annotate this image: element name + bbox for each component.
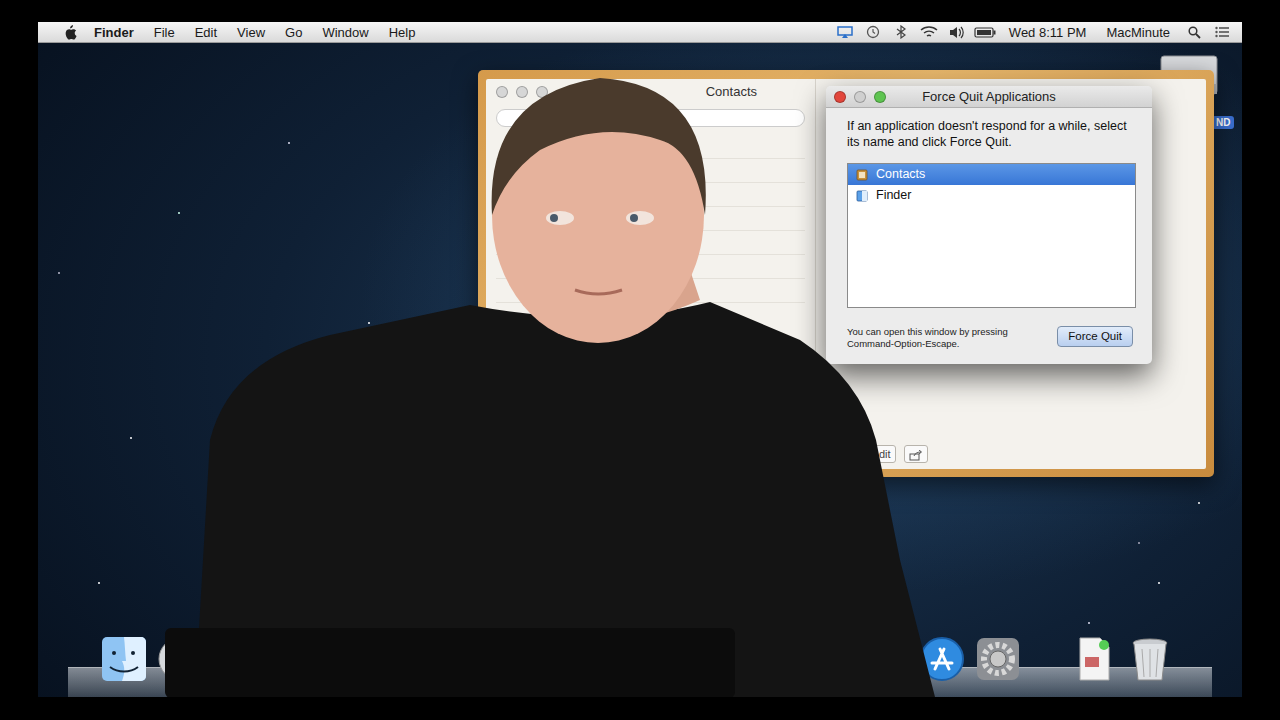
menu-item[interactable]: Window <box>312 22 378 43</box>
time-machine-icon[interactable] <box>859 22 887 43</box>
window-controls <box>834 91 886 103</box>
dialog-footer: You can open this window by pressing Com… <box>847 326 1133 350</box>
contact-row[interactable] <box>496 183 805 207</box>
menu-item[interactable]: File <box>144 22 185 43</box>
menu-item[interactable]: Help <box>379 22 426 43</box>
contacts-title-bar: Contacts <box>486 79 815 105</box>
dock-items <box>68 629 1212 697</box>
contacts-list-pane: Contacts <box>486 79 816 469</box>
app-list[interactable]: Contacts Finder <box>847 163 1136 308</box>
contact-row[interactable] <box>496 207 805 231</box>
volume-icon[interactable] <box>943 22 971 43</box>
finder-app-icon <box>856 190 868 202</box>
app-menu[interactable]: Finder <box>84 22 144 43</box>
contact-row[interactable] <box>496 135 805 159</box>
menu-bar: FinderFileEditViewGoWindowHelp Wed 8:11 P… <box>38 22 1242 43</box>
trash-icon[interactable] <box>1126 635 1174 683</box>
apple-icon[interactable] <box>56 22 84 43</box>
zoom-button[interactable] <box>874 91 886 103</box>
system-preferences-icon[interactable] <box>974 635 1022 683</box>
app-name: Finder <box>876 186 911 205</box>
app-name: Contacts <box>876 165 925 184</box>
notifications-icon[interactable] <box>1208 22 1236 43</box>
contact-row[interactable] <box>496 279 805 303</box>
dock-shelf <box>68 667 1212 697</box>
minimize-button[interactable] <box>854 91 866 103</box>
contacts-app-icon <box>856 169 868 181</box>
user-menu[interactable]: MacMinute <box>1096 22 1180 43</box>
contacts-search-field[interactable] <box>496 109 805 127</box>
clock[interactable]: Wed 8:11 PM <box>999 22 1097 43</box>
contact-row[interactable] <box>496 255 805 279</box>
bluetooth-icon[interactable] <box>887 22 915 43</box>
force-quit-button[interactable]: Force Quit <box>1057 326 1133 347</box>
status-area: Wed 8:11 PMMacMinute <box>831 22 1236 43</box>
finder-icon[interactable] <box>100 635 148 683</box>
app-row[interactable]: Finder <box>848 185 1135 206</box>
dialog-title-bar: Force Quit Applications <box>826 86 1152 108</box>
menu-item[interactable]: Edit <box>185 22 227 43</box>
app-store-icon[interactable] <box>918 635 966 683</box>
battery-icon[interactable] <box>971 22 999 43</box>
edit-button[interactable]: dit <box>874 445 896 463</box>
window-control[interactable] <box>536 86 548 98</box>
contact-toolbar: dit <box>816 439 1206 469</box>
contact-row[interactable] <box>496 159 805 183</box>
close-button[interactable] <box>834 91 846 103</box>
share-icon[interactable] <box>904 445 928 463</box>
search-icon[interactable] <box>1180 22 1208 43</box>
app-row[interactable]: Contacts <box>848 164 1135 185</box>
dvd-icon[interactable] <box>156 635 204 683</box>
wifi-icon[interactable] <box>915 22 943 43</box>
shortcut-hint: You can open this window by pressing Com… <box>847 326 1037 350</box>
window-title: Contacts <box>706 82 757 102</box>
window-control[interactable] <box>516 86 528 98</box>
force-quit-dialog: Force Quit Applications If an application… <box>826 86 1152 364</box>
airplay-icon[interactable] <box>831 22 859 43</box>
dialog-message: If an application doesn't respond for a … <box>847 118 1133 150</box>
menu-item[interactable]: Go <box>275 22 312 43</box>
dialog-title: Force Quit Applications <box>922 87 1056 107</box>
desktop: FinderFileEditViewGoWindowHelpWed 8:11 P… <box>38 22 1242 697</box>
window-control[interactable] <box>496 86 508 98</box>
dialog-body: If an application doesn't respond for a … <box>826 108 1152 364</box>
menu-item[interactable]: View <box>227 22 275 43</box>
desktop-icon-label: ND <box>1212 116 1234 129</box>
contact-row[interactable] <box>496 231 805 255</box>
dock <box>68 629 1212 697</box>
document-icon[interactable] <box>1070 635 1118 683</box>
